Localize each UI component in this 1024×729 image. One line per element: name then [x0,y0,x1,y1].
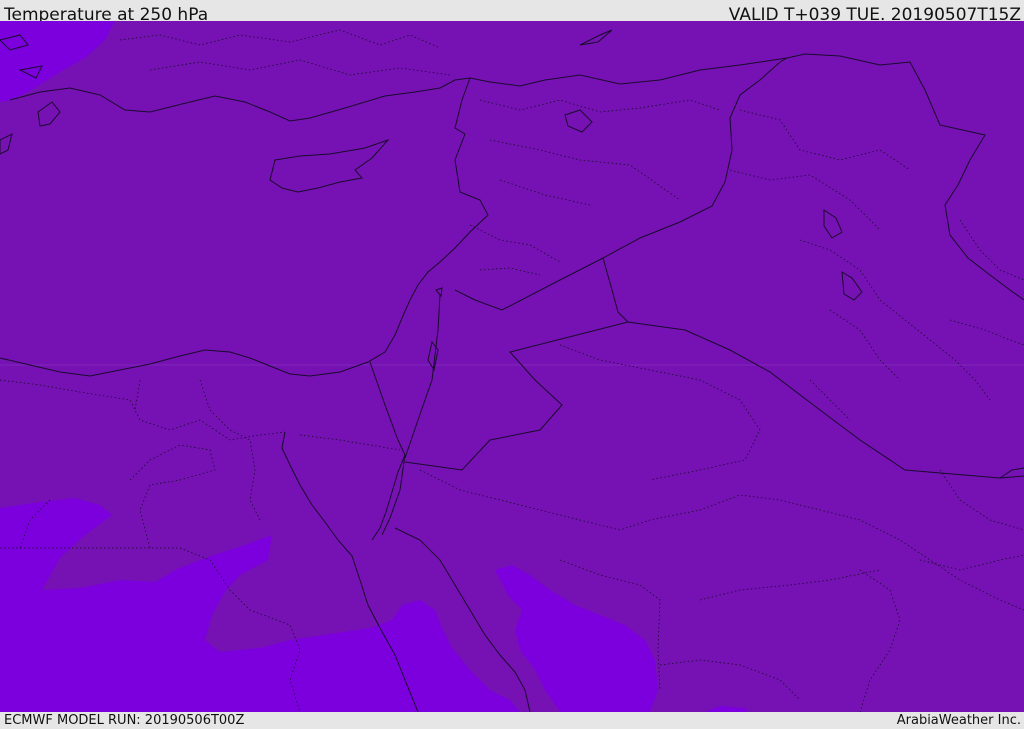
weather-map[interactable] [0,21,1024,712]
model-run-label: ECMWF MODEL RUN: 20190506T00Z [4,713,245,728]
header-bar: Temperature at 250 hPa VALID T+039 TUE. … [0,0,1024,25]
credit-label: ArabiaWeather Inc. [896,713,1021,728]
footer-bar: ECMWF MODEL RUN: 20190506T00Z ArabiaWeat… [0,712,1024,729]
